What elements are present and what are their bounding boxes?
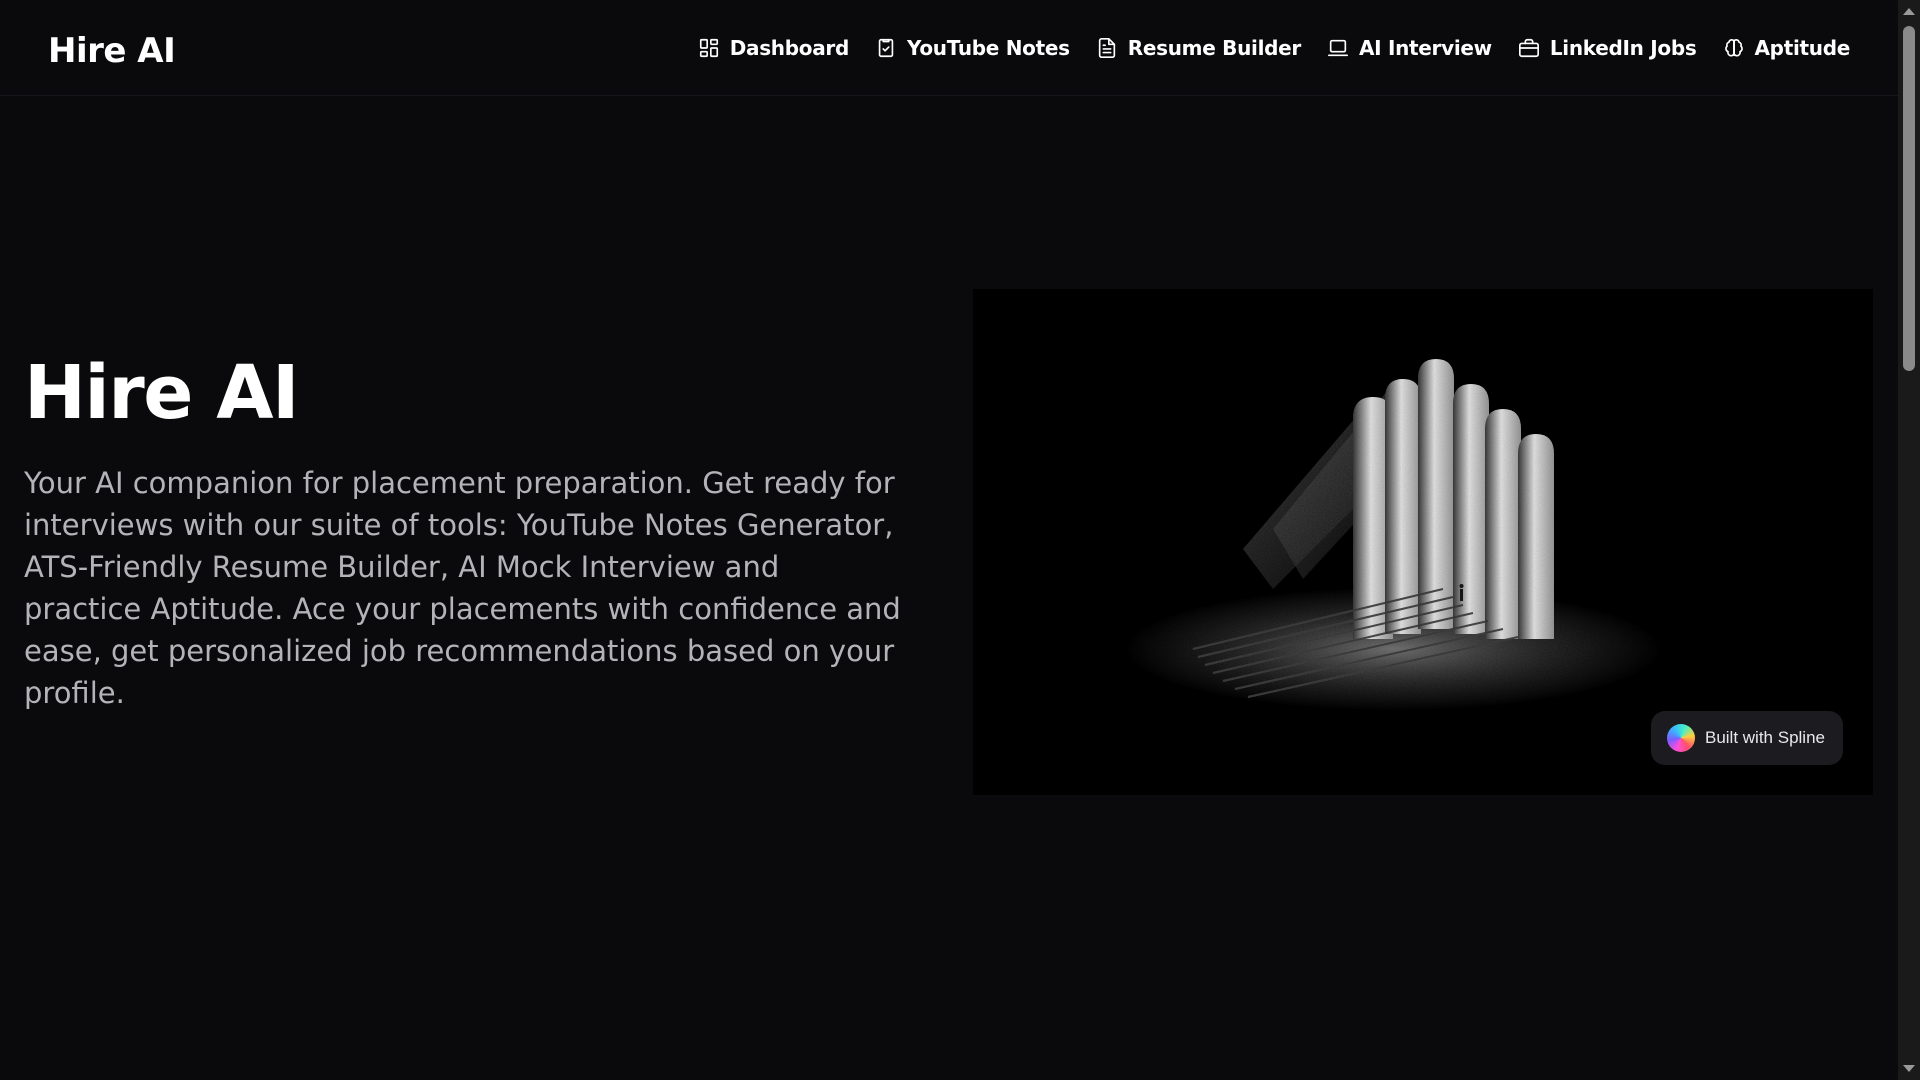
laptop-icon [1327,37,1349,59]
nav-linkedin-jobs-label: LinkedIn Jobs [1549,36,1697,60]
nav-aptitude-label: Aptitude [1754,36,1851,60]
file-text-icon [1096,37,1118,59]
nav-dashboard[interactable]: Dashboard [698,34,849,62]
clipboard-check-icon [875,37,897,59]
hero-description: Your AI companion for placement preparat… [24,466,901,710]
nav-youtube-notes[interactable]: YouTube Notes [875,34,1070,62]
layout-grid-icon [698,37,720,59]
nav-ai-interview-label: AI Interview [1358,36,1492,60]
main-nav: Dashboard YouTube Notes Resume Builder A… [698,34,1850,62]
app-logo[interactable]: Hire AI [48,29,176,73]
page: Hire AI Dashboard YouTube Notes Resume B… [0,0,1920,1080]
spline-logo-icon [1666,724,1695,752]
scroll-up-arrow-icon[interactable] [1903,8,1915,15]
spline-3d-viewer[interactable]: Built with Spline [973,289,1873,795]
built-with-spline-badge[interactable]: Built with Spline [1650,711,1843,765]
nav-youtube-notes-label: YouTube Notes [906,36,1070,60]
nav-aptitude[interactable]: Aptitude [1723,34,1851,62]
scroll-thumb[interactable] [1903,26,1915,371]
briefcase-icon [1518,37,1540,59]
scroll-down-arrow-icon[interactable] [1903,1065,1915,1072]
nav-resume-builder-label: Resume Builder [1127,36,1302,60]
vertical-scrollbar[interactable] [1898,0,1920,1080]
spline-badge-label: Built with Spline [1704,728,1825,747]
nav-resume-builder[interactable]: Resume Builder [1096,34,1301,62]
brain-icon [1723,37,1745,59]
nav-linkedin-jobs[interactable]: LinkedIn Jobs [1518,34,1697,62]
nav-ai-interview[interactable]: AI Interview [1327,34,1492,62]
nav-dashboard-label: Dashboard [729,36,850,60]
top-navbar: Hire AI Dashboard YouTube Notes Resume B… [0,0,1898,96]
hero-title: Hire AI [24,350,300,436]
